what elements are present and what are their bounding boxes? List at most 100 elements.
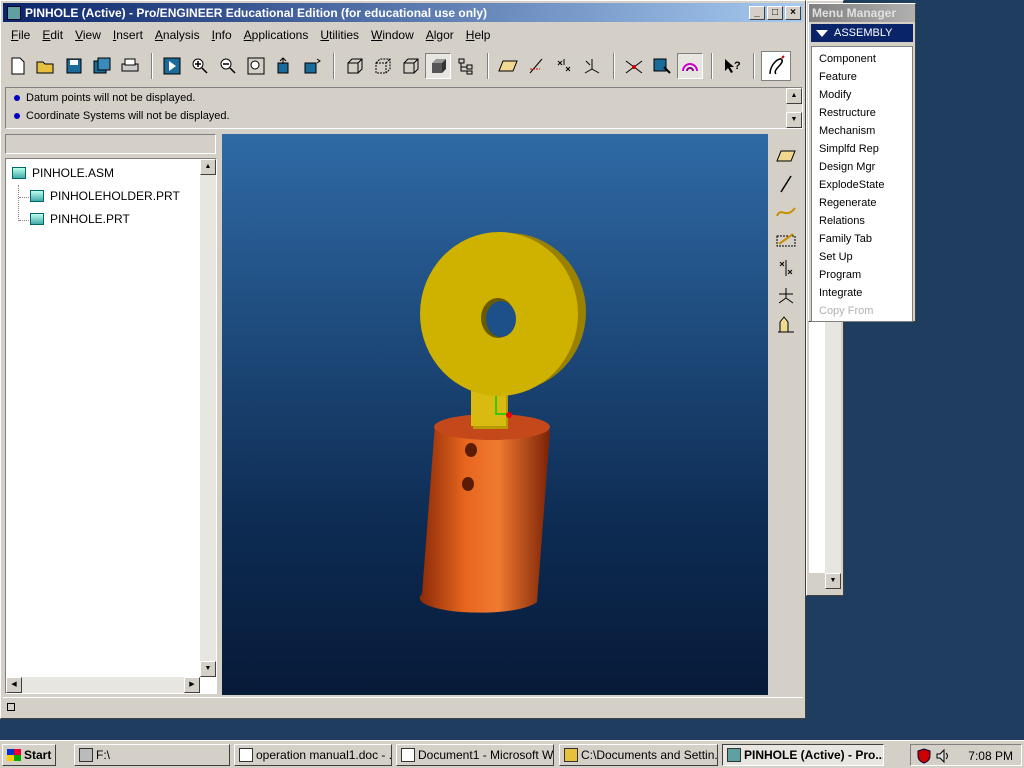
context-help-icon[interactable]: ? [719, 53, 745, 79]
menu-item-feature[interactable]: Feature [812, 69, 912, 87]
menu-algor[interactable]: Algor [420, 26, 460, 46]
menu-info[interactable]: Info [206, 26, 238, 46]
save-copy-icon[interactable] [89, 53, 115, 79]
model-tree-icon[interactable] [453, 53, 479, 79]
new-file-icon[interactable] [5, 53, 31, 79]
scroll-up-button[interactable]: ▲ [200, 159, 216, 175]
menu-item-component[interactable]: Component [812, 51, 912, 69]
title-bar[interactable]: PINHOLE (Active) - Pro/ENGINEER Educatio… [3, 3, 803, 22]
orient-icon[interactable] [271, 53, 297, 79]
menu-edit[interactable]: Edit [36, 26, 69, 46]
volume-icon[interactable] [935, 748, 951, 764]
coordinate-systems-icon[interactable] [579, 53, 605, 79]
menu-file[interactable]: File [5, 26, 36, 46]
menu-item-simplfd-rep[interactable]: Simplfd Rep [812, 141, 912, 159]
task-button-drive[interactable]: F:\ [74, 744, 230, 766]
print-icon[interactable] [117, 53, 143, 79]
menu-help[interactable]: Help [460, 26, 497, 46]
save-icon[interactable] [61, 53, 87, 79]
app-icon [7, 5, 21, 20]
menu-item-design-mgr[interactable]: Design Mgr [812, 159, 912, 177]
menu-item-regenerate[interactable]: Regenerate [812, 195, 912, 213]
menu-item-integrate[interactable]: Integrate [812, 285, 912, 303]
close-button[interactable]: × [785, 5, 801, 20]
menu-utilities[interactable]: Utilities [314, 26, 365, 46]
message-line: Coordinate Systems will not be displayed… [6, 108, 802, 124]
scroll-down-button[interactable]: ▼ [200, 661, 216, 677]
menu-insert[interactable]: Insert [107, 26, 149, 46]
menu-item-restructure[interactable]: Restructure [812, 105, 912, 123]
tree-connector [19, 197, 29, 198]
sketcher-icon[interactable] [761, 51, 791, 81]
assembly-model[interactable] [222, 134, 768, 695]
command-input[interactable] [5, 134, 216, 154]
zoom-in-icon[interactable] [187, 53, 213, 79]
menu-item-program[interactable]: Program [812, 267, 912, 285]
minimize-button[interactable]: _ [749, 5, 765, 20]
preselection-icon[interactable] [677, 53, 703, 79]
datum-point-tool-icon[interactable] [773, 255, 799, 281]
datum-plane-tool-icon[interactable] [773, 143, 799, 169]
menu-item-family-tab[interactable]: Family Tab [812, 231, 912, 249]
saved-views-icon[interactable] [299, 53, 325, 79]
menu-manager-title[interactable]: Menu Manager [809, 4, 915, 22]
menu-analysis[interactable]: Analysis [149, 26, 206, 46]
pinholeholder-part[interactable] [419, 414, 550, 613]
tree-item-pinholeholder[interactable]: PINHOLEHOLDER.PRT [30, 189, 180, 203]
tree-vertical-scrollbar[interactable]: ▲ ▼ [200, 159, 216, 677]
datum-points-icon[interactable] [551, 53, 577, 79]
menu-item-modify[interactable]: Modify [812, 87, 912, 105]
graphics-viewport[interactable] [222, 134, 768, 695]
clock[interactable]: 7:08 PM [968, 749, 1013, 763]
background-window-scrollbar[interactable]: ▼ [825, 321, 841, 589]
datum-axis-tool-icon[interactable] [773, 171, 799, 197]
scroll-left-button[interactable]: ◀ [6, 677, 22, 693]
zoom-out-icon[interactable] [215, 53, 241, 79]
redraw-icon[interactable] [159, 53, 185, 79]
menu-window[interactable]: Window [365, 26, 420, 46]
toolbar-separator [613, 53, 615, 79]
sketched-curve-tool-icon[interactable] [773, 227, 799, 253]
scroll-down-button[interactable]: ▼ [825, 573, 841, 589]
maximize-button[interactable]: □ [767, 5, 783, 20]
message-area: Datum points will not be displayed. Coor… [5, 87, 803, 129]
message-scrollbar[interactable]: ▲ ▼ [786, 88, 802, 128]
wireframe-icon[interactable] [341, 53, 367, 79]
menu-item-mechanism[interactable]: Mechanism [812, 123, 912, 141]
task-button-document1[interactable]: Document1 - Microsoft W... [396, 744, 554, 766]
menu-applications[interactable]: Applications [238, 26, 315, 46]
datum-planes-icon[interactable] [495, 53, 521, 79]
tree-item-pinhole[interactable]: PINHOLE.PRT [30, 212, 130, 226]
menu-item-relations[interactable]: Relations [812, 213, 912, 231]
tree-horizontal-scrollbar[interactable]: ◀ ▶ [6, 677, 200, 693]
task-button-word-doc[interactable]: operation manual1.doc - ... [234, 744, 392, 766]
menu-view[interactable]: View [69, 26, 107, 46]
tree-root-item[interactable]: PINHOLE.ASM [12, 166, 114, 180]
menu-header-label: ASSEMBLY [834, 27, 893, 39]
start-button[interactable]: Start [2, 744, 56, 766]
hidden-line-icon[interactable] [369, 53, 395, 79]
svg-text:?: ? [734, 60, 741, 72]
analysis-feature-tool-icon[interactable] [773, 311, 799, 337]
main-window: PINHOLE (Active) - Pro/ENGINEER Educatio… [0, 0, 806, 719]
menu-item-set-up[interactable]: Set Up [812, 249, 912, 267]
task-button-proengineer[interactable]: PINHOLE (Active) - Pro... [722, 744, 884, 766]
refit-icon[interactable] [243, 53, 269, 79]
pinhole-part[interactable] [420, 232, 586, 429]
datum-axes-icon[interactable] [523, 53, 549, 79]
scroll-up-button[interactable]: ▲ [786, 88, 802, 104]
scroll-down-button[interactable]: ▼ [786, 112, 802, 128]
menu-item-explodestate[interactable]: ExplodeState [812, 177, 912, 195]
task-button-explorer[interactable]: C:\Documents and Settin... [559, 744, 718, 766]
spin-center-icon[interactable] [621, 53, 647, 79]
status-bar [3, 697, 803, 717]
menu-header-assembly[interactable]: ASSEMBLY [811, 24, 913, 42]
open-folder-icon[interactable] [33, 53, 59, 79]
no-hidden-icon[interactable] [397, 53, 423, 79]
antivirus-shield-icon[interactable] [917, 748, 931, 764]
scroll-right-button[interactable]: ▶ [184, 677, 200, 693]
select-box-icon[interactable] [649, 53, 675, 79]
shading-icon[interactable] [425, 53, 451, 79]
coordinate-system-tool-icon[interactable] [773, 283, 799, 309]
datum-curve-tool-icon[interactable] [773, 199, 799, 225]
